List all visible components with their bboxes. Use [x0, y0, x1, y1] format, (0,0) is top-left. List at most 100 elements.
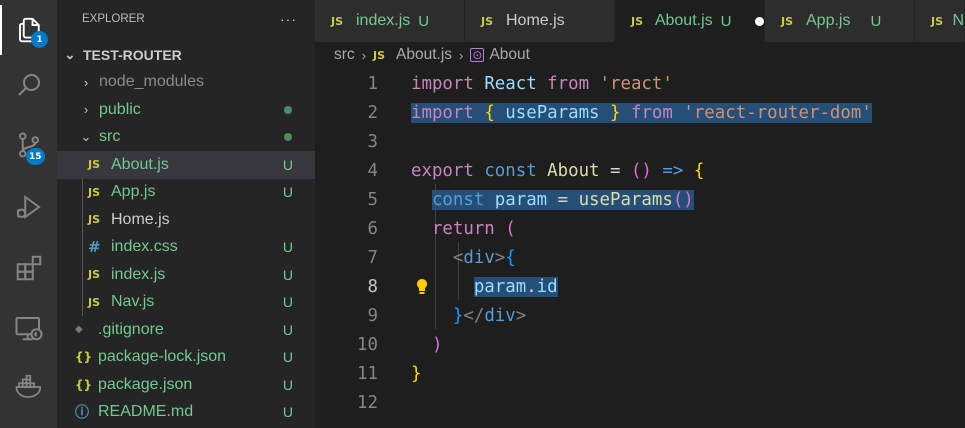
tree-item-about-js[interactable]: JS About.js U: [57, 151, 315, 179]
breadcrumb-folder[interactable]: src: [334, 46, 355, 64]
json-file-icon: {}: [75, 350, 93, 365]
code-line: 7 <div>{: [315, 243, 965, 272]
search-activity-button[interactable]: [0, 60, 57, 110]
tab-nav-js[interactable]: JS N: [915, 0, 965, 42]
line-number: 12: [357, 392, 378, 413]
line-number: 4: [367, 160, 378, 181]
js-file-icon: JS: [88, 295, 101, 309]
untracked-status: U: [282, 404, 293, 421]
code-line: 2 import { useParams } from 'react-route…: [315, 98, 965, 127]
source-control-activity-button[interactable]: 15: [0, 120, 57, 170]
code-text: import React from 'react': [411, 73, 673, 94]
breadcrumb-file[interactable]: About.js: [396, 46, 452, 64]
tree-item-label: README.md: [98, 403, 194, 421]
tab-label: index.js: [356, 12, 411, 29]
code-line: 4 export const About = () => {: [315, 156, 965, 185]
tree-item-readme-md[interactable]: ⓘ README.md U: [57, 399, 315, 427]
tree-item-label: node_modules: [99, 73, 204, 91]
tree-item-index-js[interactable]: JS index.js U: [57, 261, 315, 289]
docker-activity-button[interactable]: [0, 362, 57, 412]
tree-item-home-js[interactable]: JS Home.js: [57, 206, 315, 234]
code-line: 5 const param = useParams(): [315, 185, 965, 214]
line-number: 9: [367, 305, 378, 326]
chevron-right-icon: ›: [459, 47, 464, 63]
explorer-header: EXPLORER ···: [57, 0, 315, 38]
tree-item-gitignore[interactable]: ◆ .gitignore U: [57, 316, 315, 344]
untracked-status: U: [282, 239, 293, 256]
untracked-status: U: [282, 266, 293, 283]
untracked-status: U: [282, 349, 293, 366]
untracked-status: U: [870, 12, 882, 30]
run-debug-activity-button[interactable]: [0, 182, 57, 232]
code-line: 1 import React from 'react': [315, 69, 965, 98]
code-editor[interactable]: 1 import React from 'react' 2 import { u…: [315, 68, 965, 428]
js-file-icon: JS: [88, 213, 101, 227]
tree-item-src[interactable]: ⌄ src: [57, 124, 315, 152]
js-file-icon: JS: [88, 185, 101, 199]
js-file-icon: JS: [781, 14, 794, 28]
project-root[interactable]: ⌄ TEST-ROUTER: [57, 41, 315, 69]
explorer-activity-button[interactable]: 1: [0, 5, 57, 55]
tree-item-label: Home.js: [111, 210, 170, 228]
unsaved-dot-icon[interactable]: [755, 16, 764, 26]
untracked-status: U: [282, 156, 293, 173]
line-number: 10: [357, 334, 378, 355]
tree-item-public[interactable]: › public: [57, 96, 315, 124]
js-file-icon: JS: [931, 14, 944, 28]
tree-item-node-modules[interactable]: › node_modules: [57, 69, 315, 97]
tab-index-js[interactable]: JS index.js U: [315, 0, 465, 42]
chevron-right-icon: ›: [83, 102, 89, 118]
extensions-activity-button[interactable]: [0, 243, 57, 293]
tab-app-js[interactable]: JS App.js U: [765, 0, 915, 42]
modified-dot: [284, 133, 292, 142]
code-text: import { useParams } from 'react-router-…: [411, 102, 872, 123]
explorer-title: EXPLORER: [82, 13, 145, 25]
json-file-icon: {}: [75, 377, 93, 392]
line-number: 2: [367, 102, 378, 123]
tree-item-package-json[interactable]: {} package.json U: [57, 371, 315, 399]
code-text: ): [431, 334, 443, 355]
editor-tab-bar: JS index.js U JS Home.js JS About.js U J…: [315, 0, 965, 42]
code-text: param.id: [473, 276, 558, 297]
tree-item-index-css[interactable]: # index.css U: [57, 234, 315, 262]
untracked-status: U: [418, 12, 430, 30]
tab-home-js[interactable]: JS Home.js: [465, 0, 615, 42]
remote-explorer-activity-button[interactable]: [0, 303, 57, 353]
remote-explorer-icon: [15, 317, 42, 341]
code-line: 11 }: [315, 359, 965, 388]
code-line: 9 }</div>: [315, 301, 965, 330]
tree-item-nav-js[interactable]: JS Nav.js U: [57, 289, 315, 317]
line-number: 7: [367, 247, 378, 268]
project-name: TEST-ROUTER: [83, 46, 182, 63]
extensions-icon: [16, 255, 41, 281]
tree-item-package-lock-json[interactable]: {} package-lock.json U: [57, 344, 315, 372]
code-line: 3: [315, 127, 965, 156]
untracked-status: U: [282, 321, 293, 338]
js-file-icon: JS: [88, 158, 101, 172]
untracked-status: U: [282, 294, 293, 311]
code-line: 6 return (: [315, 214, 965, 243]
modified-dot: [284, 105, 292, 114]
untracked-status: U: [282, 184, 293, 201]
activity-bar: 1 15: [0, 0, 57, 428]
source-control-badge: 15: [26, 148, 45, 165]
tab-label: N: [952, 12, 964, 29]
explorer-sidebar: EXPLORER ··· ⌄ TEST-ROUTER › node_module…: [57, 0, 315, 428]
tree-item-label: index.css: [111, 238, 178, 256]
docker-icon: [15, 374, 41, 398]
breadcrumb-symbol[interactable]: About: [489, 46, 530, 64]
js-file-icon: JS: [331, 14, 344, 28]
code-text: <div>{: [452, 247, 516, 268]
line-number: 5: [367, 189, 378, 210]
chevron-right-icon: ›: [83, 74, 89, 90]
line-number: 8: [367, 276, 378, 297]
line-number: 3: [367, 131, 378, 152]
js-file-icon: JS: [481, 14, 494, 28]
breadcrumb: src › JS About.js › ⊙ About: [315, 42, 965, 68]
tab-about-js[interactable]: JS About.js U: [615, 0, 765, 42]
chevron-down-icon: ⌄: [80, 129, 92, 145]
line-number: 11: [357, 363, 378, 384]
tree-item-app-js[interactable]: JS App.js U: [57, 179, 315, 207]
more-actions-icon[interactable]: ···: [280, 11, 297, 27]
tab-label: Home.js: [506, 12, 565, 29]
